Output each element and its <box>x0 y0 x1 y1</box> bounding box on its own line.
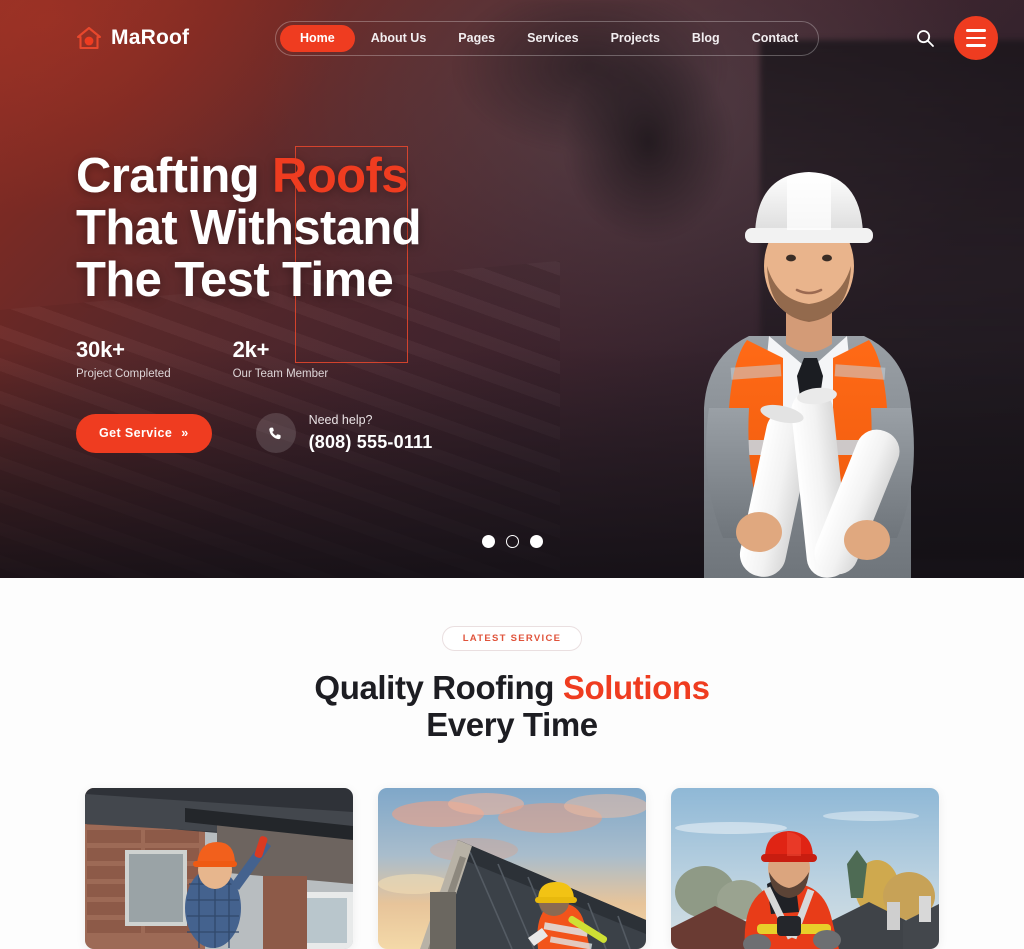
hero-title-accent: Roofs <box>272 149 408 203</box>
nav-item-blog[interactable]: Blog <box>676 25 736 52</box>
service-cards <box>0 788 1024 949</box>
section-title-accent: Solutions <box>562 669 710 706</box>
hero-section: MaRoof Home About Us Pages Services Proj… <box>0 0 1024 578</box>
section-title: Quality Roofing Solutions Every Time <box>0 669 1024 743</box>
hero-title-line-3: The Test Time <box>76 253 394 307</box>
nav-item-about-us[interactable]: About Us <box>355 25 443 52</box>
phone-number[interactable]: (808) 555-0111 <box>309 432 433 453</box>
slider-dot-2[interactable] <box>505 535 519 548</box>
house-icon <box>76 25 102 51</box>
nav-item-services[interactable]: Services <box>511 25 594 52</box>
hero-title-line-2: That Withstand <box>76 201 422 255</box>
hero-engineer-image <box>649 108 969 578</box>
brand-name: MaRoof <box>111 26 190 49</box>
hero-phone-block[interactable]: Need help? (808) 555-0111 <box>255 413 433 453</box>
stat-team-label: Our Team Member <box>232 368 329 380</box>
main-navigation: Home About Us Pages Services Projects Bl… <box>275 21 820 56</box>
get-service-label: Get Service <box>99 426 173 440</box>
service-card-1-image <box>85 788 353 949</box>
latest-service-section: LATEST SERVICE Quality Roofing Solutions… <box>0 578 1024 949</box>
slider-dot-1[interactable] <box>481 535 495 548</box>
stat-projects-number: 30k+ <box>76 337 125 362</box>
phone-icon <box>255 413 296 453</box>
brand-logo[interactable]: MaRoof <box>76 25 189 51</box>
stat-team-number: 2k+ <box>232 337 270 362</box>
service-card-3-image <box>671 788 939 949</box>
hero-title: Crafting Roofs That Withstand The Test T… <box>76 150 432 306</box>
service-card-1[interactable] <box>85 788 353 949</box>
header-actions <box>914 16 998 60</box>
section-title-line-2: Every Time <box>426 706 598 743</box>
section-badge-wrap: LATEST SERVICE <box>0 626 1024 651</box>
hero-stats: 30k+ Project Completed 2k+ Our Team Memb… <box>76 337 432 380</box>
stat-projects: 30k+ Project Completed <box>76 337 171 380</box>
chevron-double-right-icon: » <box>181 426 189 440</box>
stat-team: 2k+ Our Team Member <box>233 337 329 380</box>
stat-projects-label: Project Completed <box>76 368 171 380</box>
search-icon[interactable] <box>914 27 936 49</box>
nav-item-pages[interactable]: Pages <box>442 25 511 52</box>
need-help-label: Need help? <box>308 413 373 427</box>
nav-item-contact[interactable]: Contact <box>736 25 815 52</box>
hamburger-menu-icon[interactable] <box>954 16 998 60</box>
hero-content: Crafting Roofs That Withstand The Test T… <box>76 150 432 453</box>
site-header: MaRoof Home About Us Pages Services Proj… <box>0 0 1024 76</box>
get-service-button[interactable]: Get Service » <box>76 413 212 453</box>
slider-dot-3[interactable] <box>529 535 543 548</box>
service-card-3[interactable] <box>671 788 939 949</box>
hero-cta-row: Get Service » Need help? (808) 555-0111 <box>76 413 432 453</box>
service-card-2[interactable] <box>378 788 646 949</box>
hero-title-line-1: Crafting <box>76 149 273 203</box>
latest-service-badge: LATEST SERVICE <box>441 626 583 651</box>
service-card-2-image <box>378 788 646 949</box>
nav-item-projects[interactable]: Projects <box>595 25 676 52</box>
nav-item-home[interactable]: Home <box>280 25 355 52</box>
section-title-part-1: Quality Roofing <box>314 669 563 706</box>
hero-slider-dots <box>0 535 1024 548</box>
